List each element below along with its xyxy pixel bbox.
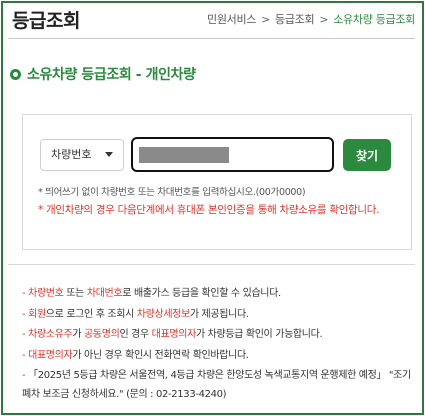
page-header: 등급조회 민원서비스 > 등급조회 > 소유차량 등급조회 xyxy=(8,0,415,38)
find-button[interactable]: 찾기 xyxy=(343,139,391,171)
list-item: - 차량번호 또는 차대번호로 배출가스 등급을 확인할 수 있습니다. xyxy=(22,288,281,299)
list-item: - 차량소유주가 공동명의인 경우 대표명의자가 차량등급 확인이 가능합니다. xyxy=(22,329,323,340)
page-title: 등급조회 xyxy=(12,10,80,32)
section-title-text: 소유차량 등급조회 - 개인차량 xyxy=(27,67,196,83)
header-divider xyxy=(8,38,415,39)
breadcrumb: 민원서비스 > 등급조회 > 소유차량 등급조회 xyxy=(207,11,415,27)
breadcrumb-item-current: 소유차량 등급조회 xyxy=(333,13,415,26)
search-type-selected-value: 차량번호 xyxy=(51,148,92,161)
section-title: 소유차량 등급조회 - 개인차량 xyxy=(10,64,196,84)
list-item: - 대표명의자가 아닌 경우 확인시 전화연락 확인바랍니다. xyxy=(22,349,249,361)
breadcrumb-item-grade-lookup[interactable]: 등급조회 xyxy=(275,13,315,26)
input-hint: * 띄어쓰기 없이 차량번호 또는 차대번호를 입력하십시오.(00가0000) xyxy=(38,187,306,198)
list-item: - 「2025년 5등급 차량은 서울전역, 4등급 차량은 한양도성 녹색교통… xyxy=(22,370,411,400)
auth-warning: * 개인차량의 경우 다음단계에서 휴대폰 본인인증을 통해 차량소유를 확인합… xyxy=(38,204,380,216)
caret-down-icon xyxy=(105,152,113,157)
breadcrumb-separator: > xyxy=(261,13,271,26)
breadcrumb-separator: > xyxy=(319,13,329,26)
vehicle-number-input[interactable] xyxy=(131,137,334,172)
breadcrumb-item-civil-service[interactable]: 민원서비스 xyxy=(207,13,256,26)
notice-list: - 차량번호 또는 차대번호로 배출가스 등급을 확인할 수 있습니다. - 회… xyxy=(22,284,412,404)
search-type-select[interactable]: 차량번호 xyxy=(40,139,124,171)
search-panel xyxy=(22,114,412,250)
circle-bullet-icon xyxy=(10,68,21,80)
list-item: - 회원으로 로그인 후 조회시 차량상세정보가 제공됩니다. xyxy=(22,308,249,320)
masked-input-value xyxy=(139,147,229,163)
